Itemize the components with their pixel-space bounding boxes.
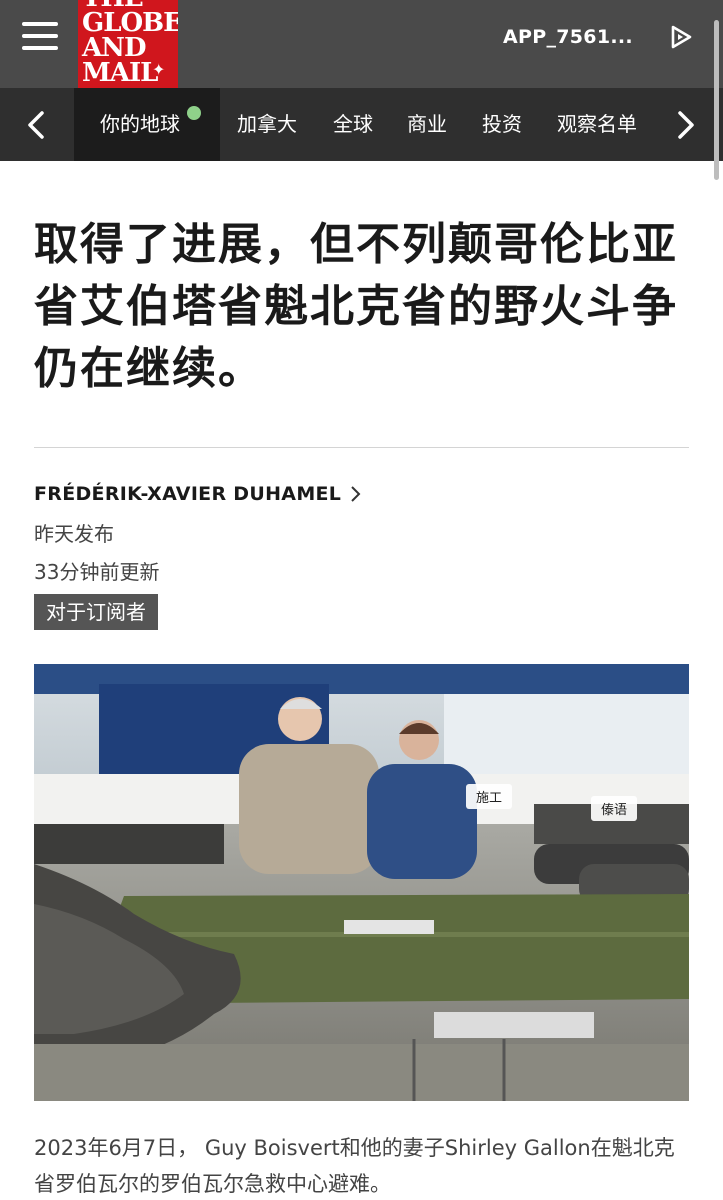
photo-caption: 2023年6月7日， Guy Boisvert和他的妻子Shirley Gall… [34,1136,675,1196]
photo-illustration [34,664,689,1101]
tab-your-planet[interactable]: 你的地球 [74,88,220,161]
article-photo[interactable]: 施工 傣语 [34,664,689,1101]
photo-tag[interactable]: 傣语 [591,796,638,821]
top-bar: THE GLOBE AND MAIL ✦ APP_7561... [0,0,723,88]
menu-icon[interactable] [22,22,58,54]
article-headline: 取得了进展，但不列颠哥伦比亚省艾伯塔省魁北克省的野火斗争仍在继续。 [34,219,678,394]
tab-watchlist[interactable]: 观察名单 [557,88,637,161]
chevron-right-icon[interactable] [650,88,720,161]
author-link[interactable]: FRÉDÉRIK-XAVIER DUHAMEL [34,483,361,505]
divider [34,447,689,448]
logo[interactable]: THE GLOBE AND MAIL ✦ [78,0,178,88]
chevron-right-icon [351,486,361,502]
tab-investing[interactable]: 投资 [482,88,522,161]
new-indicator-dot [187,106,201,120]
section-nav: 你的地球 加拿大 全球 商业 投资 观察名单 [0,88,723,161]
tab-business[interactable]: 商业 [407,88,447,161]
published-time: 昨天发布 [34,522,114,546]
chevron-left-icon[interactable] [0,88,70,161]
tab-label: 你的地球 [100,112,180,136]
maple-leaf-icon: ✦ [152,60,166,79]
photo-tag[interactable]: 施工 [466,784,513,809]
tab-world[interactable]: 全球 [333,88,373,161]
app-id-label: APP_7561... [503,26,633,48]
subscriber-badge: 对于订阅者 [34,594,158,630]
play-icon[interactable] [668,24,694,50]
tab-canada[interactable]: 加拿大 [237,88,297,161]
updated-time: 33分钟前更新 [34,560,160,584]
scrollbar[interactable] [714,20,719,180]
author-name: FRÉDÉRIK-XAVIER DUHAMEL [34,483,342,505]
